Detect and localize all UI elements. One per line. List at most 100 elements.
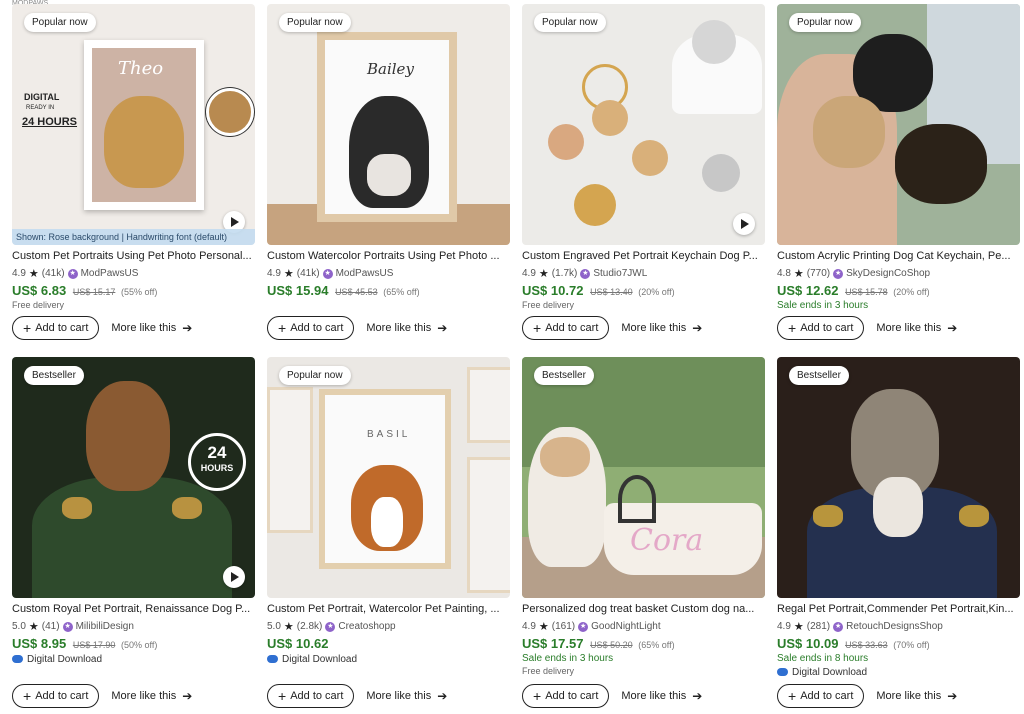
more-like-this-label: More like this	[366, 322, 432, 334]
review-count: (2.8k)	[296, 621, 323, 632]
listing-card[interactable]: Cora Bestseller Personalized dog treat b…	[522, 357, 765, 708]
add-to-cart-button[interactable]: + Add to cart	[267, 684, 355, 708]
plus-icon: +	[788, 688, 797, 704]
listing-image[interactable]: Bailey Popular now	[267, 4, 510, 245]
arrow-right-icon: ➔	[182, 321, 193, 335]
digital-download-row: Digital Download	[267, 653, 510, 665]
review-count: (161)	[551, 621, 576, 632]
star-icon: ★	[28, 268, 39, 280]
more-like-this-label: More like this	[621, 322, 687, 334]
discount: (65% off)	[383, 287, 420, 297]
listing-title[interactable]: Regal Pet Portrait,Commender Pet Portrai…	[777, 603, 1020, 617]
sale-countdown: Sale ends in 3 hours	[777, 300, 869, 311]
badge: Popular now	[279, 366, 351, 385]
original-price: US$ 13.40	[590, 287, 633, 297]
add-to-cart-label: Add to cart	[35, 690, 89, 702]
shop-name[interactable]: ModPawsUS	[81, 268, 139, 279]
listing-title[interactable]: Custom Royal Pet Portrait, Renaissance D…	[12, 603, 255, 617]
add-to-cart-button[interactable]: + Add to cart	[777, 316, 865, 340]
original-price: US$ 15.17	[72, 287, 116, 297]
delivery-note: Free delivery	[12, 300, 65, 310]
listing-image[interactable]: Cora Bestseller	[522, 357, 765, 598]
listing-card[interactable]: 24 HOURS Bestseller Custom Royal Pet Por…	[12, 357, 255, 708]
more-like-this-link[interactable]: More like this ➔	[366, 689, 447, 703]
shop-name[interactable]: Studio7JWL	[593, 268, 647, 279]
listing-card[interactable]: Popular now Custom Acrylic Printing Dog …	[777, 4, 1020, 340]
add-to-cart-button[interactable]: + Add to cart	[777, 684, 865, 708]
more-like-this-link[interactable]: More like this ➔	[366, 321, 447, 335]
listing-image[interactable]: 24 HOURS Bestseller	[12, 357, 255, 598]
price: US$ 10.62	[267, 636, 329, 651]
shop-name[interactable]: Creatoshopp	[338, 621, 395, 632]
discount: (20% off)	[893, 287, 930, 297]
play-icon[interactable]	[733, 213, 755, 235]
arrow-right-icon: ➔	[692, 321, 703, 335]
listing-title[interactable]: Custom Watercolor Portraits Using Pet Ph…	[267, 250, 510, 264]
more-like-this-link[interactable]: More like this ➔	[621, 321, 702, 335]
rating-row: 4.9 ★ (281) ★ RetouchDesignsShop	[777, 620, 1020, 633]
star-icon: ★	[793, 268, 804, 280]
shop-name[interactable]: RetouchDesignsShop	[846, 621, 943, 632]
price-row: US$ 17.57 US$ 50.20 (65% off)	[522, 636, 765, 652]
listing-title[interactable]: Custom Pet Portraits Using Pet Photo Per…	[12, 250, 255, 264]
shop-name[interactable]: SkyDesignCoShop	[846, 268, 930, 279]
more-like-this-link[interactable]: More like this ➔	[621, 689, 702, 703]
review-count: (1.7k)	[551, 268, 578, 279]
star-seller-icon: ★	[62, 621, 73, 632]
shop-name[interactable]: ModPawsUS	[336, 268, 394, 279]
listing-image[interactable]: BASIL Popular now	[267, 357, 510, 598]
add-to-cart-button[interactable]: + Add to cart	[12, 684, 100, 708]
plus-icon: +	[788, 320, 797, 336]
badge: Popular now	[789, 13, 861, 32]
listing-image[interactable]: Popular now	[777, 4, 1020, 245]
listing-card[interactable]: Bestseller Regal Pet Portrait,Commender …	[777, 357, 1020, 708]
play-icon[interactable]	[223, 566, 245, 588]
more-like-this-label: More like this	[366, 690, 432, 702]
listing-title[interactable]: Personalized dog treat basket Custom dog…	[522, 603, 765, 617]
delivery-note: Free delivery	[522, 300, 575, 310]
rating-value: 4.8	[777, 268, 791, 279]
listing-card[interactable]: Theo DIGITAL READY IN 24 HOURS Popular n…	[12, 4, 255, 340]
plus-icon: +	[278, 688, 287, 704]
hours-label: 24 HOURS	[22, 116, 78, 128]
listing-title[interactable]: Custom Pet Portrait, Watercolor Pet Pain…	[267, 603, 510, 617]
listing-title[interactable]: Custom Acrylic Printing Dog Cat Keychain…	[777, 250, 1020, 264]
badge: Bestseller	[534, 366, 594, 385]
price-row: US$ 15.94 US$ 45.53 (65% off)	[267, 283, 510, 299]
arrow-right-icon: ➔	[947, 689, 958, 703]
listing-card[interactable]: Popular now Custom Engraved Pet Portrait…	[522, 4, 765, 340]
add-to-cart-button[interactable]: + Add to cart	[522, 316, 610, 340]
more-like-this-link[interactable]: More like this ➔	[876, 321, 957, 335]
listing-title[interactable]: Custom Engraved Pet Portrait Keychain Do…	[522, 250, 765, 264]
more-like-this-label: More like this	[876, 690, 942, 702]
listing-image[interactable]: Bestseller	[777, 357, 1020, 598]
more-like-this-label: More like this	[621, 690, 687, 702]
more-like-this-link[interactable]: More like this ➔	[111, 689, 192, 703]
star-seller-icon: ★	[67, 268, 78, 279]
original-price: US$ 33.63	[845, 640, 888, 650]
rating-value: 4.9	[522, 621, 536, 632]
listing-image[interactable]: Popular now	[522, 4, 765, 245]
star-seller-icon: ★	[322, 268, 333, 279]
add-to-cart-button[interactable]: + Add to cart	[12, 316, 100, 340]
price-row: US$ 10.72 US$ 13.40 (20% off)	[522, 283, 765, 299]
rating-row: 4.9 ★ (41k) ★ ModPawsUS	[267, 267, 510, 280]
price: US$ 15.94	[267, 283, 329, 298]
arrow-right-icon: ➔	[947, 321, 958, 335]
original-price: US$ 45.53	[335, 287, 378, 297]
add-to-cart-button[interactable]: + Add to cart	[267, 316, 355, 340]
original-price: US$ 50.20	[590, 640, 633, 650]
delivery-note: Free delivery	[522, 666, 575, 676]
shop-name[interactable]: GoodNightLight	[591, 621, 661, 632]
digital-label: DIGITAL	[24, 92, 60, 102]
review-count: (41k)	[41, 268, 65, 279]
cloud-download-icon	[12, 655, 23, 663]
listing-image[interactable]: Theo DIGITAL READY IN 24 HOURS Popular n…	[12, 4, 255, 245]
more-like-this-link[interactable]: More like this ➔	[111, 321, 192, 335]
listing-card[interactable]: BASIL Popular now Custom Pet Portrait, W…	[267, 357, 510, 708]
listing-card[interactable]: Bailey Popular now Custom Watercolor Por…	[267, 4, 510, 340]
shop-name[interactable]: MilibiliDesign	[76, 621, 134, 632]
more-like-this-link[interactable]: More like this ➔	[876, 689, 957, 703]
digital-download-label: Digital Download	[792, 666, 868, 678]
add-to-cart-button[interactable]: + Add to cart	[522, 684, 610, 708]
